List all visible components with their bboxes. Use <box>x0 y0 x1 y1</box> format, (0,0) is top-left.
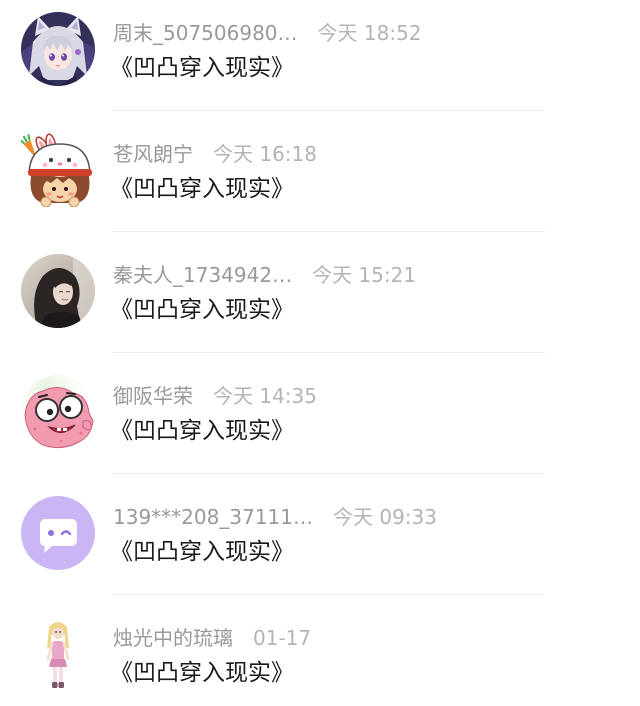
list-item[interactable]: 苍风朗宁 今天 16:18 《凹凸穿入现实》 <box>0 121 640 242</box>
item-header: 御阪华荣 今天 14:35 <box>113 384 317 408</box>
message-text: 《凹凸穿入现实》 <box>110 539 294 565</box>
user-name[interactable]: 139***208_37111… <box>113 505 313 529</box>
list-item[interactable]: 139***208_37111… 今天 09:33 《凹凸穿入现实》 <box>0 484 640 605</box>
timestamp: 今天 15:21 <box>312 263 417 287</box>
avatar[interactable] <box>21 617 95 691</box>
list-item[interactable]: 秦夫人_1734942… 今天 15:21 《凹凸穿入现实》 <box>0 242 640 363</box>
bunny-hat-cartoon-avatar-icon <box>21 133 92 207</box>
pink-starfish-cartoon-avatar-icon <box>21 375 95 449</box>
timestamp: 01-17 <box>253 626 312 650</box>
user-name[interactable]: 烛光中的琉璃 <box>113 626 233 650</box>
item-header: 周末_507506980… 今天 18:52 <box>113 21 422 45</box>
list-item[interactable]: 烛光中的琉璃 01-17 《凹凸穿入现实》 <box>0 605 640 706</box>
list-item[interactable]: 周末_507506980… 今天 18:52 《凹凸穿入现实》 <box>0 0 640 121</box>
item-header: 烛光中的琉璃 01-17 <box>113 626 311 650</box>
divider <box>112 352 545 353</box>
item-header: 秦夫人_1734942… 今天 15:21 <box>113 263 416 287</box>
list-item[interactable]: 御阪华荣 今天 14:35 《凹凸穿入现实》 <box>0 363 640 484</box>
chat-bubble-default-avatar-icon <box>21 496 95 570</box>
avatar[interactable] <box>21 375 95 449</box>
message-text: 《凹凸穿入现实》 <box>110 418 294 444</box>
anime-girl-avatar-icon <box>21 12 95 86</box>
avatar[interactable] <box>21 133 95 207</box>
doll-figure-avatar-icon <box>46 622 70 688</box>
timestamp: 今天 18:52 <box>317 21 422 45</box>
portrait-photo-avatar-icon <box>21 254 95 328</box>
message-text: 《凹凸穿入现实》 <box>110 660 294 686</box>
timestamp: 今天 09:33 <box>332 505 437 529</box>
avatar[interactable] <box>21 254 95 328</box>
comment-list: 周末_507506980… 今天 18:52 《凹凸穿入现实》 苍风朗宁 今天 … <box>0 0 640 706</box>
avatar[interactable] <box>21 496 95 570</box>
user-name[interactable]: 周末_507506980… <box>113 21 298 45</box>
message-text: 《凹凸穿入现实》 <box>110 297 294 323</box>
user-name[interactable]: 秦夫人_1734942… <box>113 263 292 287</box>
user-name[interactable]: 苍风朗宁 <box>113 142 193 166</box>
timestamp: 今天 14:35 <box>213 384 317 408</box>
message-text: 《凹凸穿入现实》 <box>110 55 294 81</box>
divider <box>112 231 545 232</box>
avatar[interactable] <box>21 12 95 86</box>
message-text: 《凹凸穿入现实》 <box>110 176 294 202</box>
timestamp: 今天 16:18 <box>213 142 317 166</box>
divider <box>112 473 545 474</box>
item-header: 139***208_37111… 今天 09:33 <box>113 505 437 529</box>
user-name[interactable]: 御阪华荣 <box>113 384 193 408</box>
divider <box>112 110 545 111</box>
item-header: 苍风朗宁 今天 16:18 <box>113 142 317 166</box>
divider <box>112 594 545 595</box>
